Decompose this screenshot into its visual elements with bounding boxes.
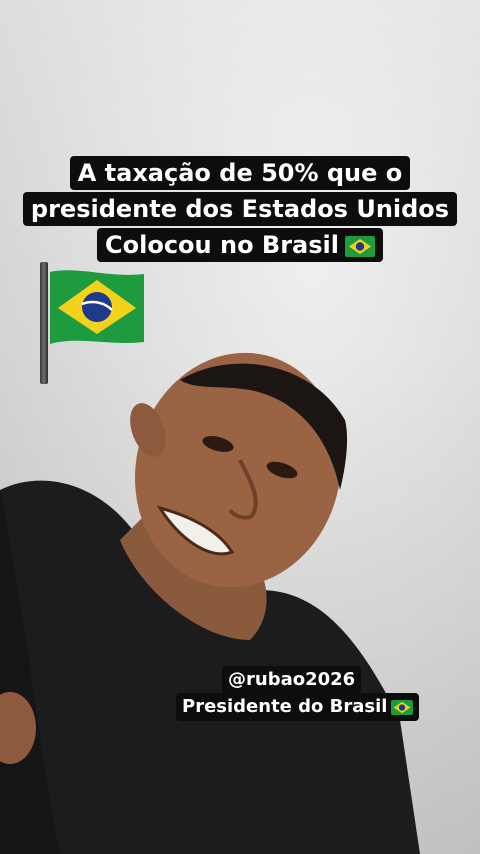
brazil-flag-on-pole-icon — [50, 270, 144, 344]
creator-handle-text: @rubao2026 — [228, 669, 356, 690]
caption-line-1: A taxação de 50% que o — [69, 156, 411, 190]
brazil-flag-emoji-icon — [344, 235, 375, 257]
brazil-flag-emoji-icon — [391, 699, 414, 715]
creator-handle[interactable]: @rubao2026 — [222, 666, 362, 694]
caption-line-2: presidente dos Estados Unidos — [22, 192, 458, 226]
caption-line-3-box: Colocou no Brasil — [97, 228, 383, 262]
creator-role: Presidente do Brasil — [176, 693, 420, 721]
video-frame: A taxação de 50% que o presidente dos Es… — [0, 0, 480, 854]
person-selfie — [0, 352, 420, 854]
creator-role-text: Presidente do Brasil — [182, 696, 388, 717]
headline-caption: A taxação de 50% que o presidente dos Es… — [0, 156, 480, 264]
caption-line-3: Colocou no Brasil — [105, 231, 339, 259]
